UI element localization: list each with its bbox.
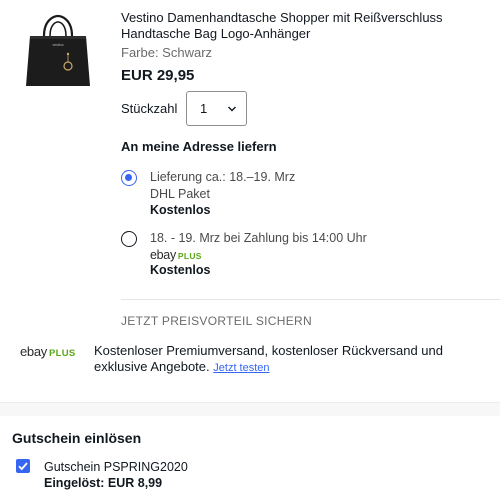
ebay-logo-text: ebay xyxy=(20,344,47,359)
quantity-value: 1 xyxy=(200,101,208,116)
shipping-option-2-cost: Kostenlos xyxy=(150,263,211,277)
quantity-label: Stückzahl xyxy=(121,101,178,116)
voucher-redeemed-amount: Eingelöst: EUR 8,99 xyxy=(44,476,163,490)
voucher-heading: Gutschein einlösen xyxy=(12,430,142,446)
checkmark-icon xyxy=(18,462,28,471)
chevron-down-icon xyxy=(228,106,236,112)
ebay-plus-logo: ebay PLUS xyxy=(150,248,202,262)
section-separator xyxy=(0,402,500,416)
shipping-option-2-radio[interactable] xyxy=(121,231,137,247)
promo-link-try-now[interactable]: Jetzt testen xyxy=(213,362,269,374)
plus-logo-text: PLUS xyxy=(49,348,76,359)
divider xyxy=(121,299,500,300)
voucher-checkbox[interactable] xyxy=(16,459,30,473)
product-color: Farbe: Schwarz xyxy=(121,45,213,60)
product-title[interactable]: Vestino Damenhandtasche Shopper mit Reiß… xyxy=(121,10,481,42)
ebay-plus-promo-logo: ebay PLUS xyxy=(20,344,76,359)
shipping-option-1-cost: Kostenlos xyxy=(150,203,211,217)
product-image[interactable]: vestino xyxy=(22,10,94,90)
promo-description: Kostenloser Premiumversand, kostenloser … xyxy=(94,343,484,376)
handbag-icon: vestino xyxy=(26,14,90,86)
quantity-select[interactable]: 1 xyxy=(186,91,247,126)
plus-logo-text: PLUS xyxy=(177,251,202,261)
shipping-option-2-date: 18. - 19. Mrz bei Zahlung bis 14:00 Uhr xyxy=(150,231,367,245)
shipping-option-1-carrier: DHL Paket xyxy=(150,187,210,201)
promo-heading: JETZT PREISVORTEIL SICHERN xyxy=(121,314,312,328)
shipping-option-1-radio[interactable] xyxy=(121,170,137,186)
shipping-heading: An meine Adresse liefern xyxy=(121,139,277,154)
ebay-logo-text: ebay xyxy=(150,248,176,262)
voucher-code: Gutschein PSPRING2020 xyxy=(44,460,188,474)
svg-text:vestino: vestino xyxy=(52,43,63,47)
product-price: EUR 29,95 xyxy=(121,67,195,84)
shipping-option-1-date: Lieferung ca.: 18.–19. Mrz xyxy=(150,170,296,184)
